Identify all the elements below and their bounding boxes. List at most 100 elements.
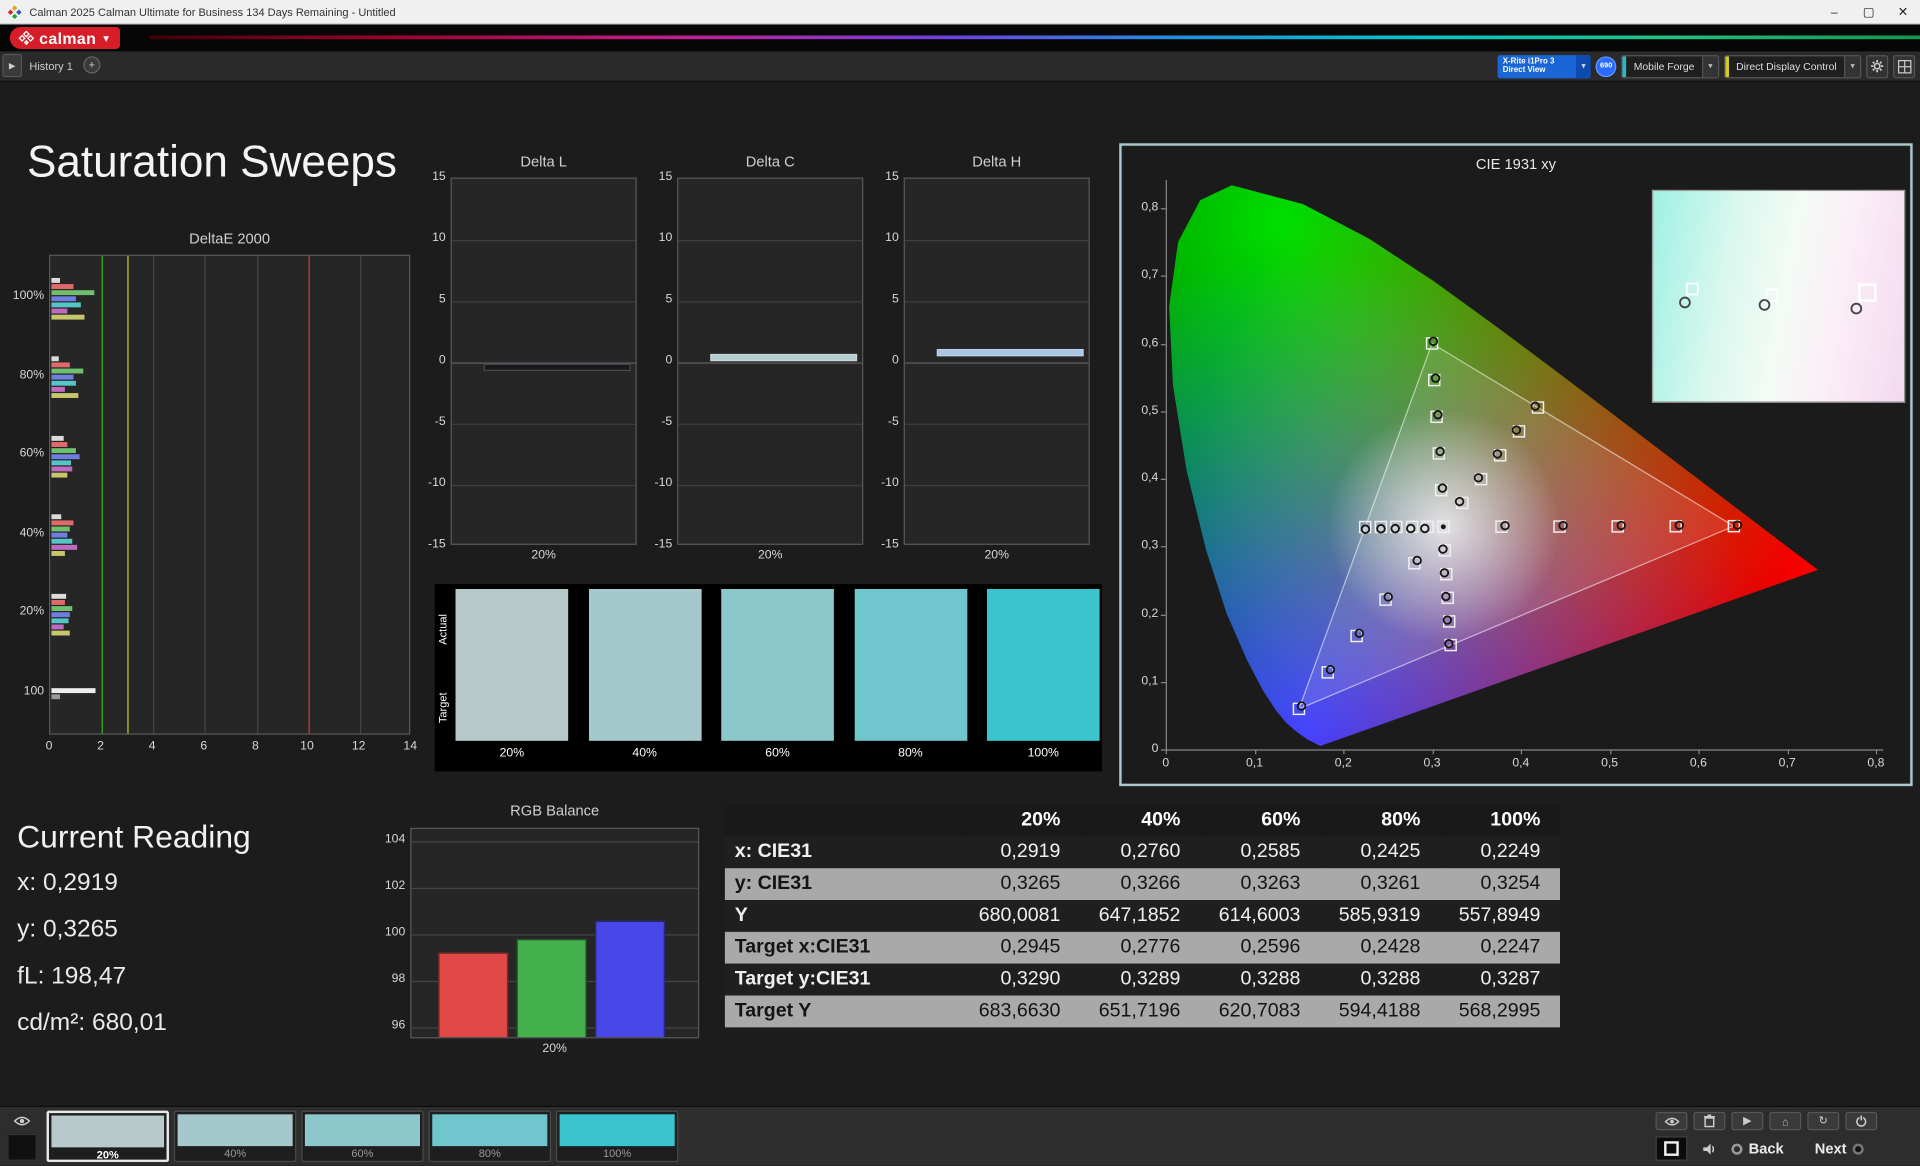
axis-tick-label: 100 bbox=[384, 925, 406, 940]
table-cell: 0,2249 bbox=[1480, 841, 1541, 863]
rgb-plot-area bbox=[410, 827, 700, 1039]
saturation-level-button[interactable]: 100% bbox=[555, 1110, 679, 1163]
saturation-swatch bbox=[986, 588, 1100, 741]
de-bar bbox=[51, 277, 61, 283]
tick bbox=[1254, 749, 1256, 755]
de-bar bbox=[51, 435, 64, 441]
display-control-button[interactable]: Direct Display Control ▾ bbox=[1723, 54, 1862, 78]
de2000-chart-title: DeltaE 2000 bbox=[189, 230, 271, 248]
axis-tick-label: -5 bbox=[661, 415, 673, 429]
saturation-swatch bbox=[588, 588, 702, 741]
sound-button[interactable] bbox=[1695, 1136, 1724, 1160]
meter-button[interactable]: X-Rite i1Pro 3 Direct View ▾ bbox=[1497, 54, 1591, 78]
table-cell: 0,2945 bbox=[1000, 936, 1061, 958]
de-bar bbox=[51, 520, 74, 526]
y-axis bbox=[1165, 180, 1167, 751]
delta-c-chart: 15 10 5 0 -5 -10 -15 bbox=[655, 170, 864, 551]
preview-eye-button[interactable] bbox=[7, 1112, 36, 1130]
add-page-button[interactable]: + bbox=[83, 56, 101, 74]
chevron-down-icon[interactable]: ▾ bbox=[1701, 55, 1718, 77]
calman-menu-button[interactable]: calman ▾ bbox=[9, 26, 120, 49]
label: 100% bbox=[603, 1147, 632, 1160]
table-cell: 651,7196 bbox=[1098, 1000, 1181, 1022]
swatch-label: 20% bbox=[499, 746, 525, 761]
eye-icon bbox=[1663, 1117, 1679, 1125]
saturation-level-button[interactable]: 80% bbox=[428, 1110, 552, 1163]
chevron-down-icon[interactable]: ▾ bbox=[1844, 55, 1861, 77]
calman-diamond-icon bbox=[18, 30, 35, 45]
saturation-level-button[interactable]: 60% bbox=[301, 1110, 424, 1163]
de-bar bbox=[51, 447, 76, 453]
settings-button[interactable] bbox=[1866, 54, 1889, 78]
axis-tick-label: 0,2 bbox=[1334, 756, 1352, 771]
window-title: Calman 2025 Calman Ultimate for Business… bbox=[29, 5, 396, 18]
back-button[interactable]: Back bbox=[1731, 1136, 1784, 1160]
axis-tick-label: -15 bbox=[881, 537, 899, 552]
next-button[interactable]: Next bbox=[1815, 1136, 1864, 1160]
rgb-balance-chart: 104 102 100 98 96 bbox=[385, 827, 700, 1039]
de-bar bbox=[51, 688, 96, 694]
cie-1931-panel: CIE 1931 xy 0 0,1 0,2 0,3 0,4 0,5 0,6 0,7 0,8 0 0,… bbox=[1119, 143, 1913, 787]
de-bar bbox=[51, 289, 95, 295]
gridline bbox=[411, 887, 698, 889]
tab-history[interactable]: History 1 bbox=[29, 60, 72, 72]
swatch-label: 60% bbox=[765, 746, 790, 761]
pattern-display-button[interactable] bbox=[1655, 1136, 1688, 1161]
layout-button[interactable] bbox=[1893, 54, 1916, 78]
eye-toggle-button[interactable] bbox=[1655, 1111, 1688, 1131]
axis-tick-label: 5 bbox=[891, 292, 899, 307]
table-cell: 0,2776 bbox=[1120, 936, 1181, 958]
de-bar bbox=[51, 374, 74, 380]
power-button[interactable] bbox=[1845, 1111, 1878, 1131]
maximize-button[interactable]: ▢ bbox=[1851, 0, 1885, 24]
label: 40% bbox=[224, 1147, 247, 1160]
axis-tick-label: 0,6 bbox=[1689, 756, 1707, 771]
refresh-button[interactable]: ↻ bbox=[1807, 1111, 1840, 1131]
table-cell: 683,6630 bbox=[978, 1000, 1061, 1022]
saturation-level-button[interactable]: 20% bbox=[46, 1110, 169, 1163]
de-bar bbox=[51, 630, 70, 635]
measured-point bbox=[1758, 299, 1771, 311]
reading-cdm2: cd/m²: 680,01 bbox=[17, 1008, 167, 1036]
chevron-down-icon[interactable]: ▾ bbox=[1576, 54, 1591, 78]
threshold-line bbox=[101, 255, 103, 734]
play-button[interactable]: ▶ bbox=[1731, 1111, 1764, 1131]
table-row: y: CIE31 0,3265 0,3266 0,3263 0,3261 0,3254 bbox=[724, 868, 1561, 901]
close-button[interactable]: ✕ bbox=[1886, 0, 1920, 24]
gridline bbox=[678, 362, 863, 364]
home-button[interactable]: ⌂ bbox=[1769, 1111, 1802, 1131]
minimize-button[interactable]: – bbox=[1817, 0, 1851, 24]
table-cell: 557,8949 bbox=[1458, 904, 1541, 926]
axis-tick-label: 0,7 bbox=[1141, 268, 1159, 282]
axis-tick-label: -5 bbox=[887, 415, 899, 429]
table-cell: 0,2919 bbox=[1000, 841, 1061, 863]
de-bar bbox=[51, 283, 74, 289]
source-button[interactable]: Mobile Forge ▾ bbox=[1621, 54, 1719, 78]
source-label: Mobile Forge bbox=[1633, 60, 1695, 73]
swatch bbox=[432, 1114, 548, 1147]
axis-tick-label: 10 bbox=[885, 231, 899, 245]
x-axis bbox=[1165, 749, 1884, 751]
axis-tick-label: 0,5 bbox=[1141, 403, 1159, 418]
table-row: x: CIE31 0,2919 0,2760 0,2585 0,2425 0,2249 bbox=[724, 836, 1561, 869]
swatch bbox=[559, 1114, 675, 1147]
delete-button[interactable] bbox=[1693, 1111, 1726, 1131]
saturation-level-button[interactable]: 40% bbox=[173, 1110, 297, 1163]
de-bar bbox=[51, 393, 79, 398]
axis-tick-label: 102 bbox=[384, 878, 406, 893]
de-bar bbox=[51, 295, 76, 301]
delta-plot-area bbox=[450, 177, 637, 545]
rainbow-stripe bbox=[149, 35, 1920, 40]
de-bar bbox=[51, 544, 78, 550]
history-expand-button[interactable]: ▶ bbox=[2, 53, 23, 78]
axis-tick-label: -5 bbox=[434, 415, 446, 429]
rgb-bar bbox=[516, 938, 587, 1038]
gridline bbox=[904, 301, 1089, 303]
meter-mode: Direct View bbox=[1502, 66, 1546, 75]
pattern-window-tile[interactable] bbox=[7, 1133, 37, 1161]
table-cell: 0,3265 bbox=[1000, 873, 1061, 894]
table-cell: 0,3288 bbox=[1360, 968, 1421, 990]
home-icon: ⌂ bbox=[1781, 1114, 1789, 1128]
measured-point bbox=[1376, 524, 1386, 534]
tick bbox=[1160, 614, 1166, 616]
